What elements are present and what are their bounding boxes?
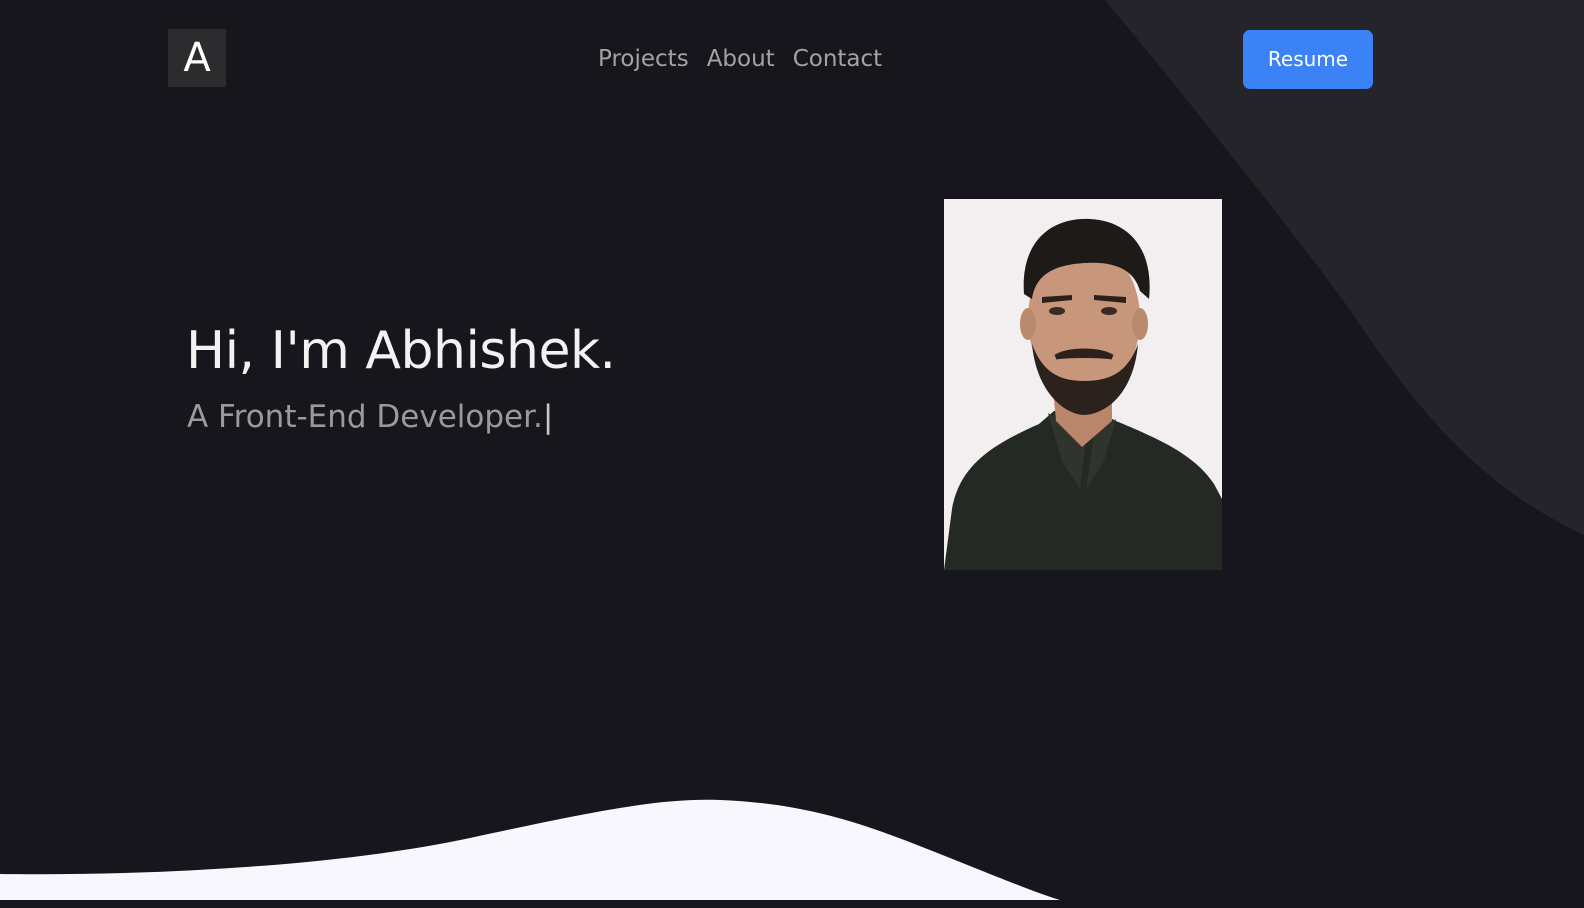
left-ear-shape (1020, 308, 1036, 340)
moustache-shape (1054, 348, 1114, 360)
nav-link-contact[interactable]: Contact (793, 42, 882, 76)
profile-photo (944, 199, 1222, 570)
nav-link-projects[interactable]: Projects (598, 42, 689, 76)
right-eye-shape (1101, 307, 1117, 315)
right-ear-shape (1132, 308, 1148, 340)
typing-cursor: | (542, 399, 554, 435)
hero-subtitle-text: A Front-End Developer. (187, 399, 543, 435)
nav-link-about[interactable]: About (707, 42, 775, 76)
portrait-illustration (944, 199, 1222, 570)
hero-subtitle: A Front-End Developer.| (187, 396, 553, 438)
hero-greeting: Hi, I'm Abhishek. (186, 321, 616, 381)
left-eye-shape (1049, 307, 1065, 315)
background-decoration (0, 0, 1584, 900)
logo[interactable]: A (168, 29, 226, 87)
resume-button[interactable]: Resume (1243, 30, 1373, 89)
main-nav: Projects About Contact (598, 42, 882, 76)
bottom-wave-shape (0, 799, 1060, 900)
